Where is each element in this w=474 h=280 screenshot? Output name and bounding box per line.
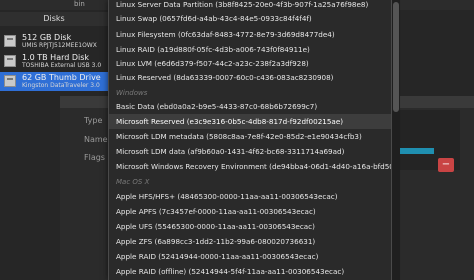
disk-item-62gb[interactable]: 62 GB Thumb Drive Kingston DataTraveler … — [0, 72, 108, 91]
remove-button[interactable]: − — [438, 158, 454, 172]
drive-icon — [4, 55, 16, 67]
disk-item-512gb[interactable]: 512 GB Disk UMIS RPJTJ512MEE1OWX — [0, 32, 108, 51]
disks-header: Disks — [0, 12, 108, 26]
menu-item[interactable]: Microsoft Windows Recovery Environment (… — [116, 162, 391, 172]
menu-item[interactable]: Apple HFS/HFS+ (48465300-0000-11aa-aa11-… — [116, 192, 338, 202]
menu-item[interactable]: Microsoft LDM metadata (5808c8aa-7e8f-42… — [116, 132, 362, 142]
name-label: Name — [84, 135, 108, 144]
menu-item[interactable]: Apple RAID (52414944-0000-11aa-aa11-0030… — [116, 252, 318, 262]
drive-icon — [4, 35, 16, 47]
disk-subtitle: UMIS RPJTJ512MEE1OWX — [22, 42, 97, 49]
background-text: bin — [74, 0, 85, 8]
disk-subtitle: TOSHIBA External USB 3.0 — [22, 62, 102, 69]
menu-item[interactable]: Apple ZFS (6a898cc3-1dd2-11b2-99a6-08002… — [116, 237, 315, 247]
type-label: Type — [84, 116, 103, 125]
menu-item[interactable]: Linux Reserved (8da63339-0007-60c0-c436-… — [116, 73, 334, 83]
partition-type-menu[interactable]: Linux Server Data Partition (3b8f8425-20… — [108, 0, 392, 280]
menu-item[interactable]: Microsoft LDM data (af9b60a0-1431-4f62-b… — [116, 147, 344, 157]
menu-scrollbar-thumb[interactable] — [393, 2, 399, 112]
menu-item[interactable]: Linux LVM (e6d6d379-f507-44c2-a23c-238f2… — [116, 59, 309, 69]
menu-item[interactable]: Apple RAID (offline) (52414944-5f4f-11aa… — [116, 267, 344, 277]
drive-icon — [4, 75, 16, 87]
menu-item[interactable]: Linux RAID (a19d880f-05fc-4d3b-a006-743f… — [116, 45, 310, 55]
menu-section-header: Windows — [116, 89, 148, 97]
menu-item[interactable]: Basic Data (ebd0a0a2-b9e5-4433-87c0-68b6… — [116, 102, 317, 112]
menu-item[interactable]: Linux Filesystem (0fc63daf-8483-4772-8e7… — [116, 30, 335, 40]
flags-label: Flags — [84, 153, 105, 162]
menu-item[interactable]: Linux Swap (0657fd6d-a4ab-43c4-84e5-0933… — [116, 14, 312, 24]
disk-item-1tb[interactable]: 1.0 TB Hard Disk TOSHIBA External USB 3.… — [0, 52, 108, 71]
menu-item-highlighted[interactable]: Microsoft Reserved (e3c9e316-0b5c-4db8-8… — [109, 114, 391, 129]
menu-item[interactable]: Apple APFS (7c3457ef-0000-11aa-aa11-0030… — [116, 207, 316, 217]
menu-section-header: Mac OS X — [116, 178, 150, 186]
menu-item[interactable]: Apple UFS (55465300-0000-11aa-aa11-00306… — [116, 222, 315, 232]
disk-subtitle: Kingston DataTraveler 3.0 — [22, 82, 100, 89]
menu-item[interactable]: Linux Server Data Partition (3b8f8425-20… — [116, 0, 368, 10]
